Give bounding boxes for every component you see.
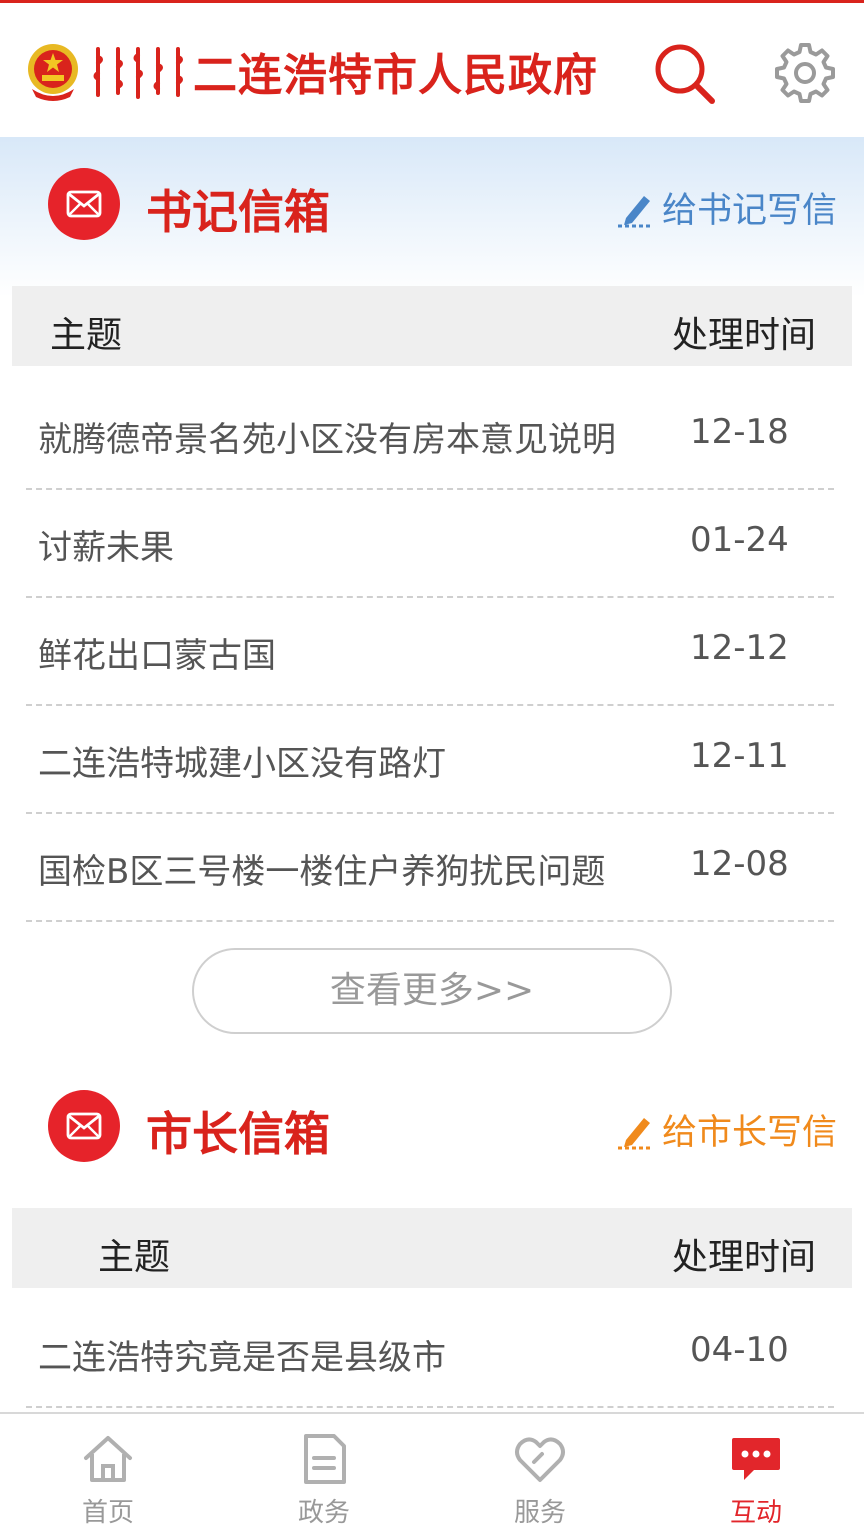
tab-label: 服务 xyxy=(513,1498,566,1528)
letter-subject: 鲜花出口蒙古国 xyxy=(38,636,276,676)
letter-subject: 讨薪未果 xyxy=(38,528,174,568)
list-item[interactable]: 就腾德帝景名苑小区没有房本意见说明 12-18 xyxy=(26,382,834,490)
document-icon xyxy=(304,1434,346,1484)
secretary-table-header: 主题 处理时间 xyxy=(12,286,852,366)
search-icon[interactable] xyxy=(652,41,718,107)
letter-subject: 就腾德帝景名苑小区没有房本意见说明 xyxy=(38,420,616,460)
envelope-icon xyxy=(66,1112,102,1140)
letter-date: 12-12 xyxy=(690,628,789,668)
chat-icon xyxy=(732,1438,780,1480)
site-title: 二连浩特市人民政府 xyxy=(193,50,598,101)
column-time: 处理时间 xyxy=(671,315,816,356)
mayor-mailbox-icon xyxy=(48,1090,120,1162)
bottom-tab-bar: 首页 政务 服务 互动 xyxy=(0,1412,864,1536)
list-item[interactable]: 讨薪未果 01-24 xyxy=(26,490,834,598)
letter-subject: 二连浩特城建小区没有路灯 xyxy=(38,744,446,784)
letter-date: 01-24 xyxy=(690,520,789,560)
list-item[interactable]: 鲜花出口蒙古国 12-12 xyxy=(26,598,834,706)
letter-date: 12-11 xyxy=(690,736,789,776)
mongolian-script-logo xyxy=(93,47,183,99)
app-header: 二连浩特市人民政府 xyxy=(0,3,864,137)
column-time: 处理时间 xyxy=(671,1237,816,1278)
tab-label: 首页 xyxy=(81,1498,134,1528)
tab-service[interactable]: 服务 xyxy=(432,1414,648,1536)
envelope-icon xyxy=(66,190,102,218)
column-subject: 主题 xyxy=(50,315,123,356)
write-to-mayor-link[interactable]: 给市长写信 xyxy=(616,1104,837,1155)
tab-government[interactable]: 政务 xyxy=(216,1414,432,1536)
column-subject: 主题 xyxy=(98,1237,171,1278)
secretary-mailbox-icon xyxy=(48,168,120,240)
write-to-secretary-label: 给书记写信 xyxy=(662,191,838,231)
heart-icon xyxy=(515,1437,565,1482)
tab-label: 互动 xyxy=(729,1498,782,1528)
tab-interaction[interactable]: 互动 xyxy=(648,1414,864,1536)
list-item[interactable]: 二连浩特城建小区没有路灯 12-11 xyxy=(26,706,834,814)
write-to-secretary-link[interactable]: 给书记写信 xyxy=(616,182,837,233)
secretary-mailbox-title: 书记信箱 xyxy=(146,185,330,239)
list-item[interactable]: 国检B区三号楼一楼住户养狗扰民问题 12-08 xyxy=(26,814,834,922)
list-item[interactable]: 二连浩特究竟是否是县级市 04-10 xyxy=(26,1300,834,1408)
pencil-icon xyxy=(618,195,652,227)
home-icon xyxy=(84,1436,132,1482)
letter-date: 12-08 xyxy=(690,844,789,884)
letter-subject: 二连浩特究竟是否是县级市 xyxy=(38,1338,446,1378)
write-to-mayor-label: 给市长写信 xyxy=(662,1113,838,1153)
gear-icon[interactable] xyxy=(774,41,836,103)
mayor-mailbox-title: 市长信箱 xyxy=(146,1107,330,1161)
tab-home[interactable]: 首页 xyxy=(0,1414,216,1536)
view-more-button[interactable]: 查看更多>> xyxy=(192,948,672,1034)
letter-subject: 国检B区三号楼一楼住户养狗扰民问题 xyxy=(38,852,606,892)
letter-date: 04-10 xyxy=(690,1330,789,1370)
national-emblem-logo xyxy=(28,44,78,101)
mayor-table-header: 主题 处理时间 xyxy=(12,1208,852,1288)
tab-label: 政务 xyxy=(297,1498,350,1528)
pencil-icon xyxy=(618,1117,652,1149)
letter-date: 12-18 xyxy=(690,412,789,452)
